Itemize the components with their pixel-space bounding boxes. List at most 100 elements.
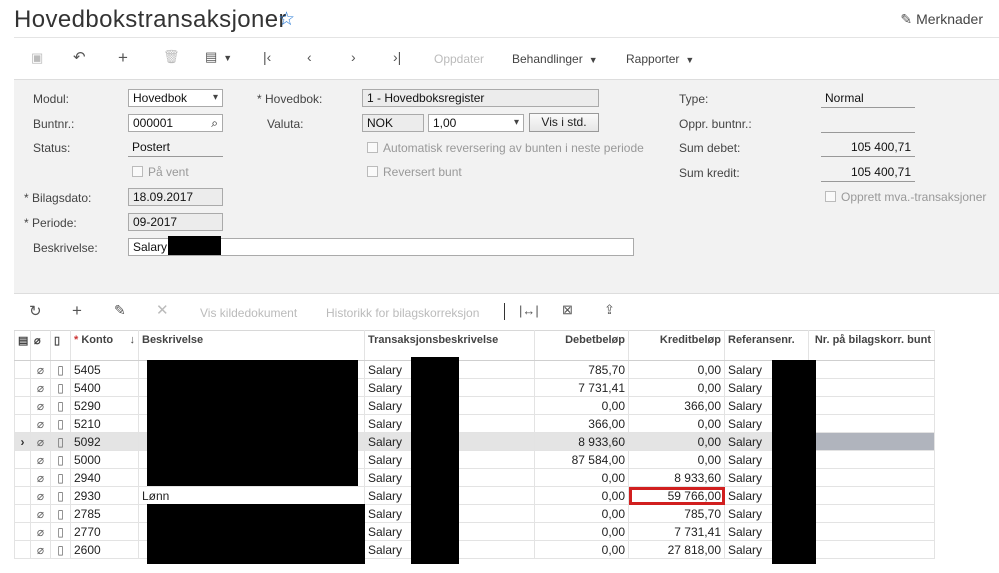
cell-account[interactable]: 5400 — [70, 378, 139, 397]
cell-account[interactable]: 5092 — [70, 432, 139, 451]
cell-credit[interactable]: 785,70 — [628, 504, 725, 523]
currency-input[interactable]: NOK — [362, 114, 424, 132]
docdate-input[interactable]: 18.09.2017 — [128, 188, 223, 206]
note-icon[interactable]: ▯ — [50, 450, 71, 469]
favorite-star-icon[interactable]: ☆ — [278, 8, 295, 31]
autorev-checkbox[interactable] — [367, 142, 378, 153]
row-selector[interactable] — [14, 522, 31, 541]
cell-corr[interactable] — [808, 486, 935, 505]
column-tran-desc[interactable]: Transaksjonsbeskrivelse — [364, 330, 535, 361]
column-credit[interactable]: Kreditbeløp — [628, 330, 725, 361]
attachment-icon[interactable]: ⌀ — [30, 504, 51, 523]
update-button[interactable]: Oppdater — [434, 52, 484, 66]
remove-row-icon[interactable]: ✕ — [156, 303, 169, 318]
copy-paste-icon[interactable]: ▤ ▼ — [205, 50, 232, 63]
history-button[interactable]: Historikk for bilagskorreksjon — [326, 306, 479, 320]
cell-account[interactable]: 5000 — [70, 450, 139, 469]
cell-corr[interactable] — [808, 450, 935, 469]
row-selector[interactable] — [14, 414, 31, 433]
cell-account[interactable]: 2930 — [70, 486, 139, 505]
cell-account[interactable]: 2600 — [70, 540, 139, 559]
previous-record-icon[interactable]: ‹ — [307, 50, 312, 64]
cell-debit[interactable]: 0,00 — [534, 522, 629, 541]
reports-menu[interactable]: Rapporter ▼ — [626, 52, 694, 66]
cell-debit[interactable]: 366,00 — [534, 414, 629, 433]
row-selector[interactable] — [14, 450, 31, 469]
cell-credit[interactable]: 0,00 — [628, 414, 725, 433]
cell-credit[interactable]: 0,00 — [628, 378, 725, 397]
cell-credit[interactable]: 7 731,41 — [628, 522, 725, 541]
attachment-icon[interactable]: ⌀ — [30, 522, 51, 541]
cell-corr[interactable] — [808, 522, 935, 541]
cell-corr[interactable] — [808, 360, 935, 379]
undo-icon[interactable]: ↶ — [73, 50, 86, 65]
cell-credit[interactable]: 0,00 — [628, 432, 725, 451]
last-record-icon[interactable]: ›| — [393, 50, 401, 64]
cell-credit[interactable]: 0,00 — [628, 450, 725, 469]
column-account[interactable]: * Konto ↓ — [70, 330, 139, 361]
hold-checkbox[interactable] — [132, 166, 143, 177]
cell-credit[interactable]: 27 818,00 — [628, 540, 725, 559]
cell-account[interactable]: 2940 — [70, 468, 139, 487]
note-icon[interactable]: ▯ — [50, 486, 71, 505]
rate-select[interactable]: 1,00 — [428, 114, 524, 132]
first-record-icon[interactable]: |‹ — [263, 50, 271, 64]
row-selector[interactable] — [14, 360, 31, 379]
cell-credit[interactable]: 8 933,60 — [628, 468, 725, 487]
cell-debit[interactable]: 785,70 — [534, 360, 629, 379]
attachment-icon[interactable]: ⌀ — [30, 396, 51, 415]
row-selector[interactable] — [14, 504, 31, 523]
next-record-icon[interactable]: › — [351, 50, 356, 64]
note-icon[interactable]: ▯ — [50, 522, 71, 541]
attachment-icon[interactable]: ⌀ — [30, 414, 51, 433]
cell-corr[interactable] — [808, 432, 935, 451]
attachment-icon[interactable]: ⌀ — [30, 450, 51, 469]
reversed-checkbox[interactable] — [367, 166, 378, 177]
row-selector[interactable] — [14, 396, 31, 415]
attachment-icon[interactable]: ⌀ — [30, 540, 51, 559]
batch-input[interactable]: 000001 ⌕ — [128, 114, 223, 132]
vat-checkbox[interactable] — [825, 191, 836, 202]
fit-columns-icon[interactable]: |↔| — [519, 304, 539, 317]
note-icon[interactable]: ▯ — [50, 504, 71, 523]
cell-description[interactable]: Lønn — [138, 486, 365, 505]
actions-menu[interactable]: Behandlinger ▼ — [512, 52, 598, 66]
note-icon[interactable]: ▯ — [50, 414, 71, 433]
attachment-icon[interactable]: ⌀ — [30, 432, 51, 451]
save-icon[interactable]: ▣ — [31, 51, 43, 64]
add-row-icon[interactable]: + — [72, 302, 82, 319]
row-selector[interactable] — [14, 468, 31, 487]
edit-icon[interactable]: ✎ — [114, 303, 126, 317]
cell-corr[interactable] — [808, 504, 935, 523]
cell-debit[interactable]: 0,00 — [534, 396, 629, 415]
period-input[interactable]: 09-2017 — [128, 213, 223, 231]
cell-debit[interactable]: 7 731,41 — [534, 378, 629, 397]
cell-corr[interactable] — [808, 378, 935, 397]
cell-debit[interactable]: 0,00 — [534, 540, 629, 559]
cell-credit[interactable]: 59 766,00 — [628, 486, 725, 505]
note-icon[interactable]: ▯ — [50, 540, 71, 559]
note-icon[interactable]: ▯ — [50, 432, 71, 451]
search-icon[interactable]: ⌕ — [211, 115, 218, 131]
column-description[interactable]: Beskrivelse — [138, 330, 365, 361]
cell-corr[interactable] — [808, 468, 935, 487]
view-source-button[interactable]: Vis kildedokument — [200, 306, 297, 320]
cell-debit[interactable]: 0,00 — [534, 468, 629, 487]
cell-corr[interactable] — [808, 396, 935, 415]
view-base-button[interactable]: Vis i std. — [529, 113, 599, 132]
note-icon[interactable]: ▯ — [50, 468, 71, 487]
cell-credit[interactable]: 0,00 — [628, 360, 725, 379]
attachment-icon[interactable]: ⌀ — [30, 468, 51, 487]
cell-account[interactable]: 2770 — [70, 522, 139, 541]
column-debit[interactable]: Debetbeløp — [534, 330, 629, 361]
row-selector[interactable] — [14, 486, 31, 505]
notes-button[interactable]: ✎ Merknader — [900, 11, 983, 28]
cell-debit[interactable]: 8 933,60 — [534, 432, 629, 451]
row-selector[interactable] — [14, 540, 31, 559]
cell-credit[interactable]: 366,00 — [628, 396, 725, 415]
cell-corr[interactable] — [808, 540, 935, 559]
cell-corr[interactable] — [808, 414, 935, 433]
excel-export-icon[interactable]: ⊠ — [562, 303, 573, 316]
cell-debit[interactable]: 0,00 — [534, 504, 629, 523]
note-icon[interactable]: ▯ — [50, 396, 71, 415]
